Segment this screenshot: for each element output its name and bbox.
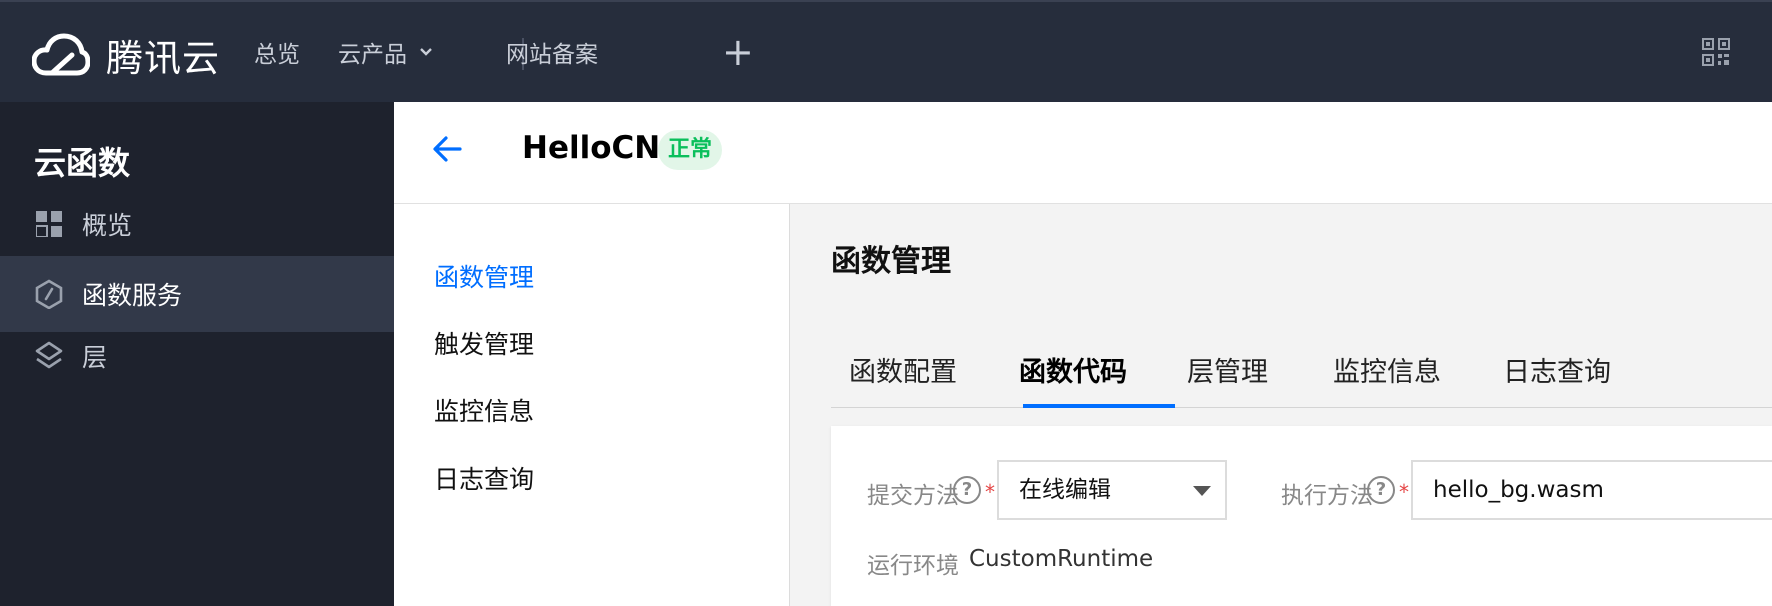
cloud-logo-icon (32, 33, 90, 76)
submit-method-value: 在线编辑 (1019, 477, 1111, 503)
function-name: HelloCN (522, 130, 661, 166)
sidebar-item-overview[interactable]: 概览 (0, 186, 394, 262)
tab-log-query[interactable]: 日志查询 (1503, 350, 1611, 408)
nav-cloud-products[interactable]: 云产品 (338, 2, 433, 102)
logo-text: 腾讯云 (106, 37, 220, 80)
code-config-card: 提交方法 ? * 在线编辑 执行方法 ? * hello_bg.wasm 运行环… (831, 426, 1772, 606)
tab-layer-management[interactable]: 层管理 (1187, 350, 1268, 408)
dropdown-caret-icon (1193, 486, 1211, 496)
function-header: HelloCN 正常 (394, 102, 1772, 204)
help-icon[interactable]: ? (953, 476, 981, 504)
add-shortcut-plus-icon[interactable]: + (722, 32, 754, 72)
submit-method-select[interactable]: 在线编辑 (997, 460, 1227, 520)
tencent-cloud-logo[interactable]: 腾讯云 (32, 28, 220, 82)
nav-overview[interactable]: 总览 (254, 2, 300, 102)
nav-cloud-products-label: 云产品 (338, 42, 407, 68)
tab-function-config[interactable]: 函数配置 (849, 350, 957, 408)
exec-method-label: 执行方法 (1281, 483, 1373, 509)
subnav-function-management[interactable]: 函数管理 (434, 258, 534, 294)
sidebar-item-label: 概览 (82, 211, 133, 240)
exec-method-input[interactable]: hello_bg.wasm (1411, 460, 1772, 520)
page-title: 函数管理 (831, 244, 951, 279)
sidebar-item-label: 层 (82, 343, 108, 372)
qr-code-icon[interactable] (1702, 38, 1730, 66)
required-mark: * (1399, 480, 1409, 504)
sidebar-title: 云函数 (34, 144, 131, 182)
tab-bar: 函数配置 函数代码 层管理 监控信息 日志查询 (831, 342, 1772, 408)
sidebar-item-layers[interactable]: 层 (0, 318, 394, 394)
tab-function-code[interactable]: 函数代码 (1019, 350, 1127, 408)
layers-icon (34, 341, 64, 371)
left-sidebar: 云函数 概览 函数服务 层 (0, 102, 394, 606)
subnav-log-query[interactable]: 日志查询 (434, 460, 534, 496)
nav-website-filing[interactable]: 网站备案 (506, 2, 598, 102)
top-navigation-bar: 腾讯云 总览 云产品 网站备案 + (0, 0, 1772, 102)
required-mark: * (985, 480, 995, 504)
runtime-label: 运行环境 (867, 553, 959, 579)
help-icon[interactable]: ? (1367, 476, 1395, 504)
back-arrow-icon[interactable] (432, 134, 462, 164)
runtime-value: CustomRuntime (969, 546, 1154, 572)
submit-method-label: 提交方法 (867, 483, 959, 509)
main-area: HelloCN 正常 函数管理 触发管理 监控信息 日志查询 函数管理 函数配置… (394, 102, 1772, 606)
active-tab-indicator (1023, 404, 1175, 408)
subnav-monitoring[interactable]: 监控信息 (434, 392, 534, 428)
sidebar-item-label: 函数服务 (82, 281, 183, 310)
content-panel: 函数管理 函数配置 函数代码 层管理 监控信息 日志查询 提交方法 ? * 在线… (791, 204, 1772, 606)
status-badge: 正常 (658, 130, 723, 170)
subnav-trigger-management[interactable]: 触发管理 (434, 325, 534, 361)
function-subnav: 函数管理 触发管理 监控信息 日志查询 (394, 204, 790, 606)
chevron-down-icon (420, 48, 432, 56)
hexagon-function-icon (34, 279, 64, 309)
grid-icon (34, 209, 64, 239)
tab-monitoring[interactable]: 监控信息 (1333, 350, 1441, 408)
